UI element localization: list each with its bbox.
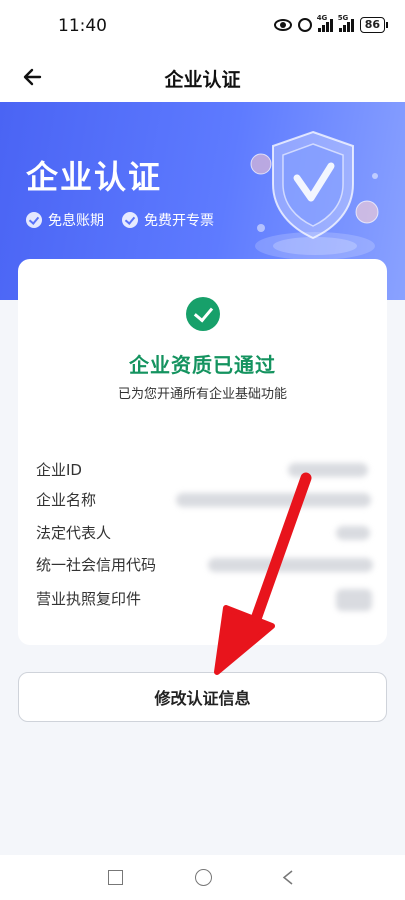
status-title: 企业资质已通过 — [129, 353, 276, 377]
benefit-item: 免息账期 — [26, 210, 104, 230]
certification-status-card: 企业资质已通过 已为您开通所有企业基础功能 企业ID 企业名称 法定代表人 统一… — [18, 259, 387, 645]
success-check-icon — [186, 297, 220, 331]
edit-certification-button[interactable]: 修改认证信息 — [18, 672, 387, 722]
benefit-label: 免费开专票 — [144, 213, 214, 229]
system-nav-bar — [0, 855, 405, 900]
info-value-redacted — [336, 526, 370, 540]
recent-apps-icon[interactable] — [108, 870, 123, 885]
info-label: 法定代表人 — [36, 524, 112, 542]
info-label: 营业执照复印件 — [36, 590, 142, 608]
back-icon[interactable] — [280, 869, 297, 886]
battery-icon: 86 — [359, 17, 389, 33]
network-tag-4g: 4G — [316, 14, 328, 22]
benefit-list: 免息账期 免费开专票 — [26, 210, 214, 230]
benefit-item: 免费开专票 — [122, 210, 214, 230]
status-time: 11:40 — [58, 16, 107, 36]
info-row-license: 营业执照复印件 — [18, 584, 387, 614]
info-value-redacted — [208, 558, 373, 572]
info-value-redacted — [288, 463, 368, 477]
info-row-company-name: 企业名称 — [18, 485, 387, 515]
signal-4g-icon: 4G — [317, 14, 333, 32]
info-row-credit-code: 统一社会信用代码 — [18, 550, 387, 580]
benefit-label: 免息账期 — [48, 213, 104, 229]
shield-illustration-icon — [250, 130, 379, 260]
check-icon — [26, 212, 42, 228]
info-label: 企业名称 — [36, 491, 97, 509]
info-row-company-id: 企业ID — [18, 455, 387, 485]
banner-title: 企业认证 — [26, 158, 163, 196]
license-thumbnail-redacted[interactable] — [336, 589, 372, 611]
info-label: 统一社会信用代码 — [36, 556, 156, 574]
signal-5g-icon: 5G — [338, 14, 354, 32]
status-subtitle: 已为您开通所有企业基础功能 — [117, 387, 287, 402]
info-label: 企业ID — [36, 461, 82, 479]
network-tag-5g: 5G — [337, 14, 349, 22]
info-row-legal-rep: 法定代表人 — [18, 518, 387, 548]
nav-bar: 企业认证 — [0, 52, 405, 102]
alarm-icon — [297, 18, 312, 32]
home-icon[interactable] — [195, 869, 212, 886]
status-icons: 4G 5G 86 — [273, 14, 389, 33]
check-icon — [122, 212, 138, 228]
eye-icon — [273, 19, 292, 31]
info-value-redacted — [176, 493, 371, 507]
page-title: 企业认证 — [164, 69, 241, 91]
status-bar: 11:40 4G 5G 86 — [0, 0, 405, 52]
